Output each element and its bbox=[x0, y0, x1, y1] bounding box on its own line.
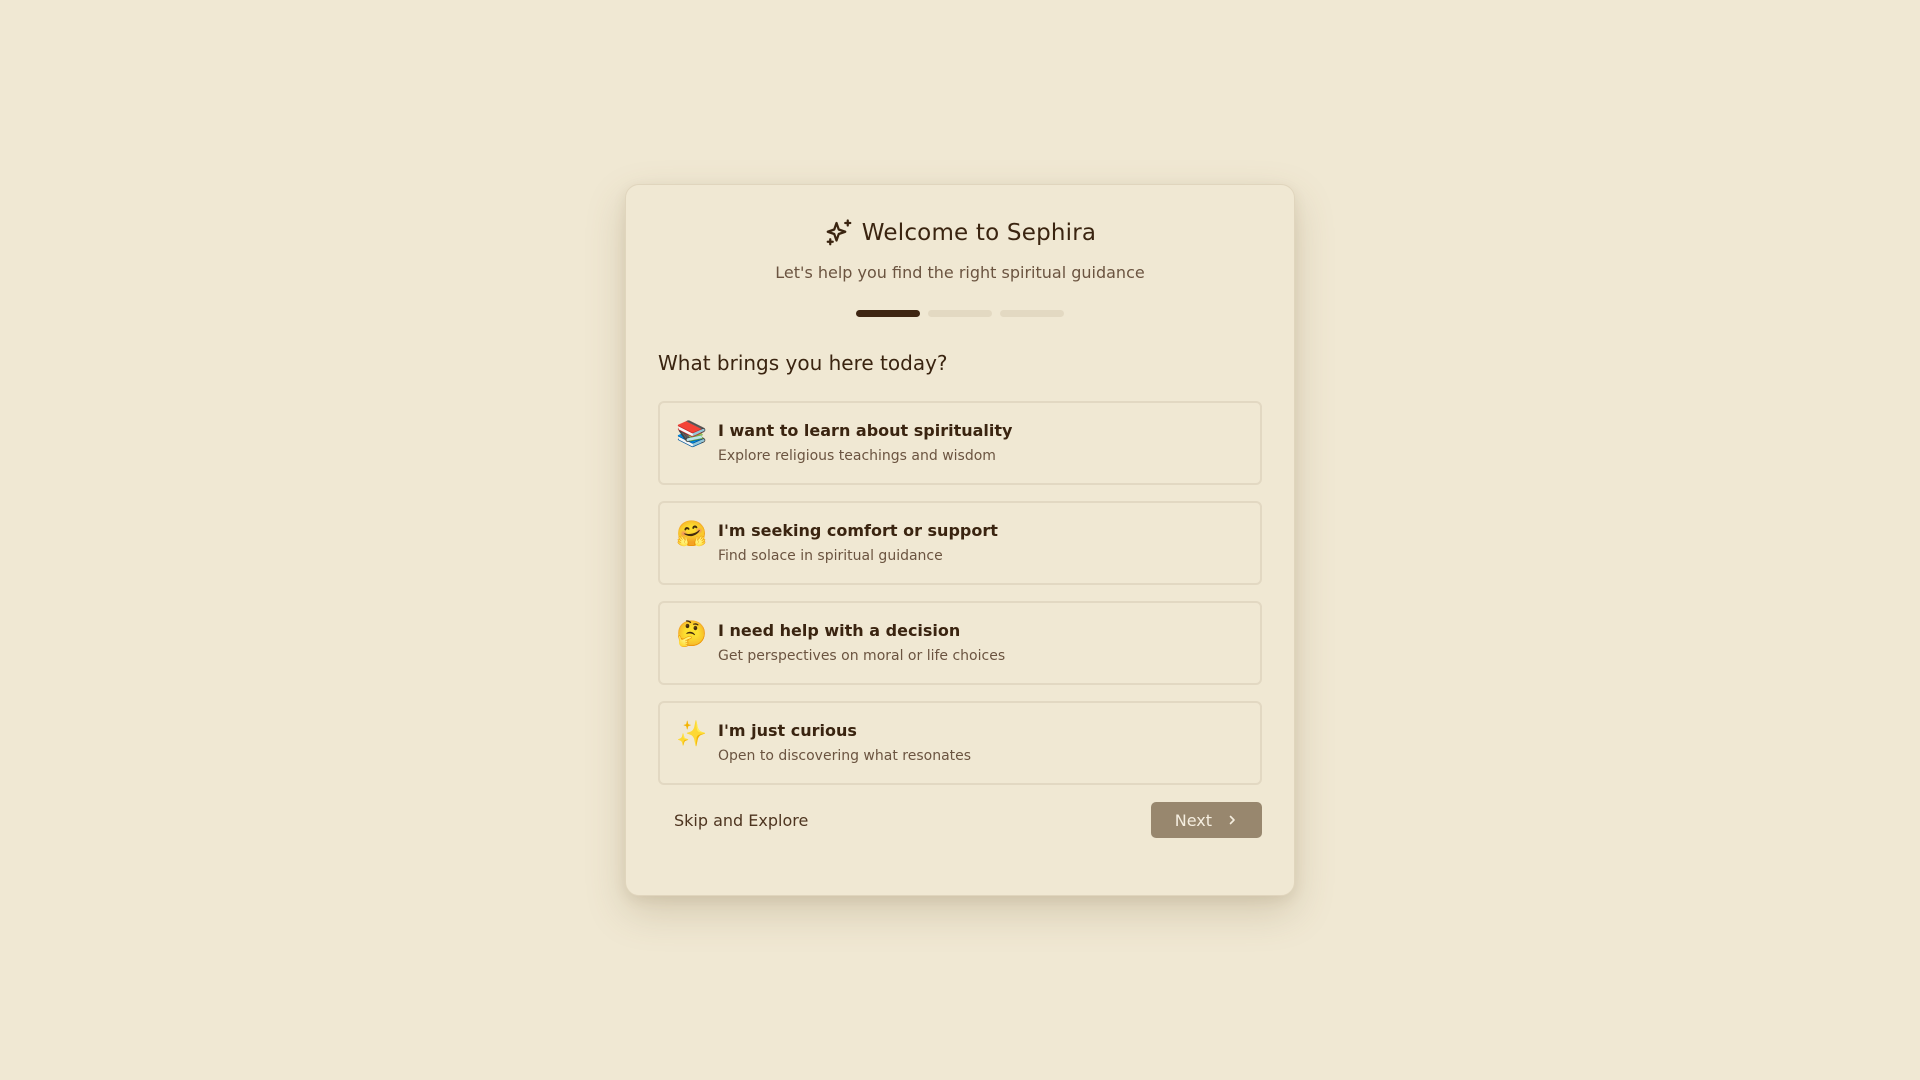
option-text: I'm just curious Open to discovering wha… bbox=[718, 719, 971, 765]
option-title: I want to learn about spirituality bbox=[718, 421, 1013, 440]
skip-and-explore-button[interactable]: Skip and Explore bbox=[658, 803, 824, 838]
option-text: I'm seeking comfort or support Find sola… bbox=[718, 519, 998, 565]
option-description: Explore religious teachings and wisdom bbox=[718, 448, 996, 464]
progress-step-2 bbox=[928, 310, 992, 317]
option-learn-spirituality[interactable]: 📚 I want to learn about spirituality Exp… bbox=[658, 401, 1262, 485]
option-text: I need help with a decision Get perspect… bbox=[718, 619, 1005, 665]
option-title: I'm seeking comfort or support bbox=[718, 521, 998, 540]
option-just-curious[interactable]: ✨ I'm just curious Open to discovering w… bbox=[658, 701, 1262, 785]
dialog-header: Welcome to Sephira bbox=[658, 217, 1262, 249]
option-title: I need help with a decision bbox=[718, 621, 961, 640]
option-description: Open to discovering what resonates bbox=[718, 748, 972, 764]
option-decision-help[interactable]: 🤔 I need help with a decision Get perspe… bbox=[658, 601, 1262, 685]
sparkles-emoji-icon: ✨ bbox=[676, 719, 708, 748]
chevron-right-icon bbox=[1226, 814, 1238, 826]
question-heading: What brings you here today? bbox=[658, 351, 948, 375]
option-description: Get perspectives on moral or life choice… bbox=[718, 648, 1006, 664]
option-seeking-comfort[interactable]: 🤗 I'm seeking comfort or support Find so… bbox=[658, 501, 1262, 585]
option-text: I want to learn about spirituality Explo… bbox=[718, 419, 1012, 465]
next-button[interactable]: Next bbox=[1150, 802, 1262, 838]
option-title: I'm just curious bbox=[718, 721, 857, 740]
options-list: 📚 I want to learn about spirituality Exp… bbox=[658, 401, 1262, 785]
dialog-footer: Skip and Explore Next bbox=[658, 802, 1262, 838]
dialog-subtitle: Let's help you find the right spiritual … bbox=[775, 263, 1145, 282]
step-progress bbox=[658, 310, 1262, 317]
onboarding-dialog: Welcome to Sephira Let's help you find t… bbox=[625, 184, 1295, 896]
progress-step-1 bbox=[856, 310, 920, 317]
books-icon: 📚 bbox=[676, 419, 708, 448]
thinking-face-icon: 🤔 bbox=[676, 619, 708, 648]
next-button-label: Next bbox=[1174, 810, 1212, 830]
progress-step-3 bbox=[1000, 310, 1064, 317]
hugging-face-icon: 🤗 bbox=[676, 519, 708, 548]
dialog-title: Welcome to Sephira bbox=[861, 220, 1097, 246]
sparkles-icon bbox=[824, 218, 854, 248]
option-description: Find solace in spiritual guidance bbox=[718, 548, 943, 564]
